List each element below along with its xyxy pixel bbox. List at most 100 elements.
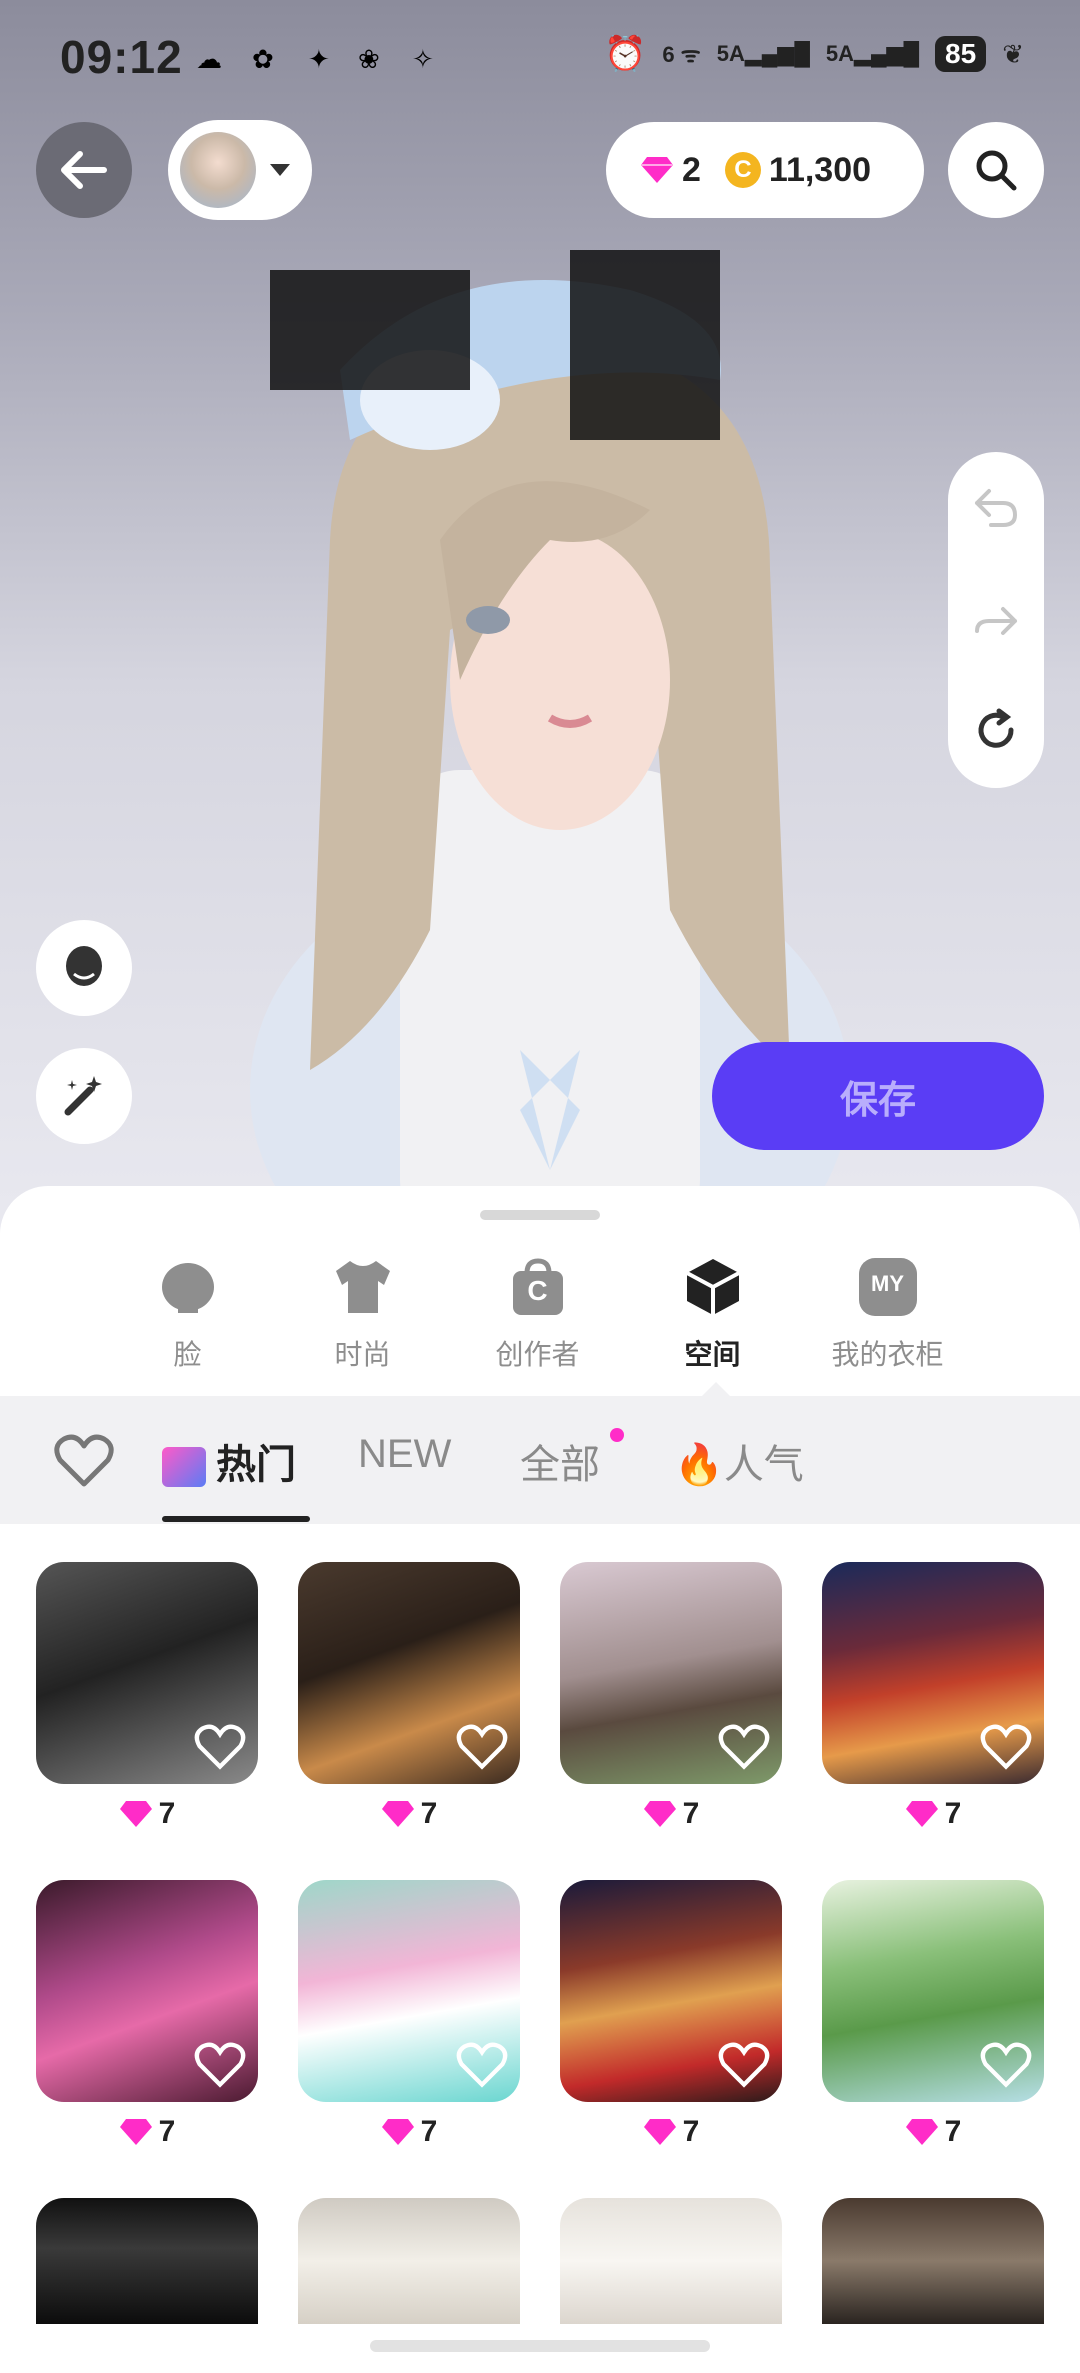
category-creator[interactable]: C 创作者	[450, 1255, 625, 1373]
favorites-heart-icon[interactable]	[54, 1434, 114, 1488]
app-notification-icon: ✦	[308, 44, 330, 74]
gem-icon	[643, 2119, 676, 2145]
favorite-heart-icon[interactable]	[718, 1724, 770, 1770]
gem-icon	[381, 2119, 414, 2145]
space-thumbnail	[298, 1880, 520, 2102]
search-button[interactable]	[948, 122, 1044, 218]
item-price: 7	[822, 2102, 1044, 2162]
favorite-heart-icon[interactable]	[456, 1724, 508, 1770]
sheet-drag-handle[interactable]	[480, 1210, 600, 1220]
space-item-card[interactable]: 7	[822, 1880, 1044, 2162]
status-time: 09:12	[60, 31, 183, 83]
favorite-heart-icon[interactable]	[718, 2042, 770, 2088]
space-item-card[interactable]: 7	[298, 1880, 520, 2162]
gem-icon	[119, 1801, 152, 1827]
space-item-card[interactable]	[822, 2198, 1044, 2324]
space-thumbnail	[36, 1562, 258, 1784]
space-item-card[interactable]: 7	[298, 1562, 520, 1844]
category-face[interactable]: 脸	[100, 1255, 275, 1373]
undo-icon[interactable]	[973, 487, 1019, 527]
active-category-pointer	[702, 1382, 730, 1396]
favorite-heart-icon[interactable]	[194, 2042, 246, 2088]
item-price: 7	[298, 1784, 520, 1844]
app-notification-icon: ✿	[252, 44, 274, 74]
favorite-heart-icon[interactable]	[456, 2042, 508, 2088]
face-icon	[161, 1263, 214, 1313]
reset-icon[interactable]	[973, 707, 1019, 753]
tab-new[interactable]: NEW	[358, 1432, 451, 1477]
search-icon	[976, 150, 1017, 191]
coin-icon: C	[724, 152, 761, 188]
favorite-heart-icon[interactable]	[194, 1724, 246, 1770]
gem-icon	[905, 1801, 938, 1827]
item-price: 7	[822, 1784, 1044, 1844]
home-indicator	[370, 2340, 710, 2352]
status-bar: 09:12 ☁ ✿ ✦ ❀ ✧ ⏰ 6 ᯤ 5A▂▄▆█ 5A▂▄▆█ 85 ❦	[0, 0, 1080, 120]
save-button[interactable]: 保存	[712, 1042, 1044, 1150]
tab-popular[interactable]: 🔥人气	[674, 1432, 804, 1490]
history-panel	[948, 452, 1044, 788]
category-fashion[interactable]: 时尚	[275, 1255, 450, 1373]
back-button[interactable]	[36, 122, 132, 218]
item-price: 7	[560, 1784, 782, 1844]
arrow-left-icon	[61, 151, 107, 189]
tab-all[interactable]: 全部	[520, 1432, 600, 1490]
app-notification-icon: ❀	[358, 44, 380, 74]
magic-wand-icon	[64, 1076, 102, 1116]
gem-count: 2	[682, 150, 701, 189]
status-icons: ⏰ 6 ᯤ 5A▂▄▆█ 5A▂▄▆█ 85 ❦	[604, 34, 1024, 74]
space-thumbnail	[560, 1880, 782, 2102]
currency-balance[interactable]: 2 C 11,300	[606, 122, 924, 218]
cube-icon	[685, 1259, 740, 1315]
space-item-card[interactable]: 7	[822, 1562, 1044, 1844]
space-item-card[interactable]	[36, 2198, 258, 2324]
category-label: 创作者	[495, 1339, 580, 1370]
signal-icon: 5A▂▄▆█	[825, 41, 920, 66]
space-item-card[interactable]: 7	[36, 1880, 258, 2162]
category-label: 脸	[173, 1339, 202, 1370]
space-thumbnail	[822, 2198, 1044, 2324]
gem-icon	[641, 157, 673, 183]
magic-wand-button[interactable]	[36, 1048, 132, 1144]
gem-icon	[119, 2119, 152, 2145]
item-price: 7	[560, 2102, 782, 2162]
space-item-card[interactable]: 7	[560, 1880, 782, 2162]
leaf-icon: ❦	[1002, 38, 1024, 69]
space-item-card[interactable]: 7	[560, 1562, 782, 1844]
category-nav: 脸 时尚 C 创作者 空间 MY 我的衣柜	[100, 1255, 1000, 1373]
shopping-bags-icon	[162, 1447, 206, 1488]
tab-hot[interactable]: 热门	[162, 1432, 296, 1490]
avatar-switcher[interactable]	[168, 120, 312, 220]
shirt-icon	[335, 1261, 390, 1313]
coin-count: 11,300	[768, 150, 872, 189]
signal-icon: 5A▂▄▆█	[716, 41, 810, 66]
space-thumbnail	[298, 2198, 520, 2324]
space-item-card[interactable]	[560, 2198, 782, 2324]
active-tab-underline	[162, 1516, 310, 1522]
space-thumbnail	[298, 1562, 520, 1784]
avatar	[180, 132, 256, 208]
item-price: 7	[36, 1784, 258, 1844]
creator-glyph: C	[527, 1275, 548, 1306]
gem-icon	[643, 1801, 676, 1827]
favorite-heart-icon[interactable]	[980, 1724, 1032, 1770]
space-item-card[interactable]	[298, 2198, 520, 2324]
space-thumbnail	[822, 1880, 1044, 2102]
face-view-button[interactable]	[36, 920, 132, 1016]
favorite-heart-icon[interactable]	[980, 2042, 1032, 2088]
redo-icon[interactable]	[973, 597, 1019, 637]
caret-down-icon	[270, 164, 290, 176]
space-thumbnail	[560, 1562, 782, 1784]
app-notification-icon: ✧	[412, 44, 434, 74]
item-price: 7	[298, 2102, 520, 2162]
category-space[interactable]: 空间	[625, 1255, 800, 1373]
space-item-card[interactable]: 7	[36, 1562, 258, 1844]
space-thumbnail	[560, 2198, 782, 2324]
new-indicator-dot	[610, 1428, 624, 1442]
category-my-wardrobe[interactable]: MY 我的衣柜	[800, 1255, 975, 1373]
category-label: 空间	[684, 1339, 741, 1370]
category-label: 时尚	[334, 1339, 391, 1370]
battery-icon: 85	[935, 36, 987, 72]
space-thumbnail	[36, 2198, 258, 2324]
avatar-stage: 09:12 ☁ ✿ ✦ ❀ ✧ ⏰ 6 ᯤ 5A▂▄▆█ 5A▂▄▆█ 85 ❦	[0, 0, 1080, 1240]
